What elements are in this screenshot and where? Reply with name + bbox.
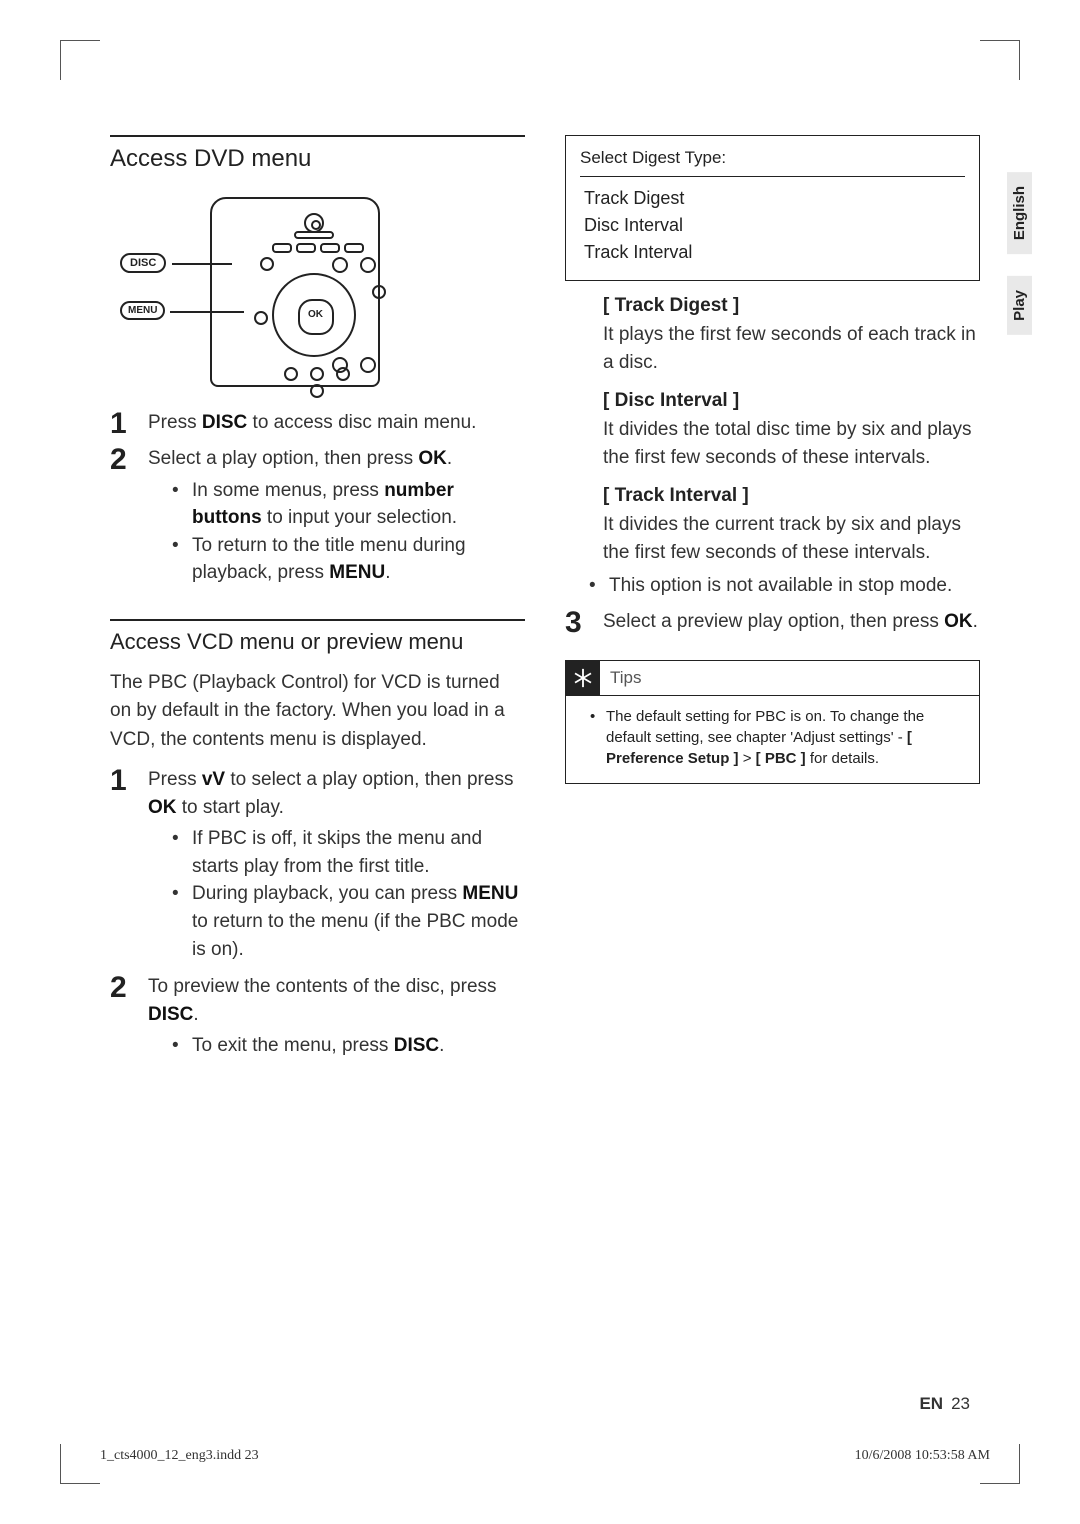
t: Select a preview play option, then press bbox=[603, 611, 944, 632]
disc-button-label: DISC bbox=[120, 253, 166, 273]
bullet: To return to the title menu during playb… bbox=[172, 532, 525, 587]
kw-ok: OK bbox=[418, 448, 447, 469]
option-heading: [ Disc Interval ] bbox=[603, 390, 980, 412]
kw-menu: MENU bbox=[462, 883, 518, 904]
step-number: 2 bbox=[110, 973, 134, 1003]
right-column: Select Digest Type: Track Digest Disc In… bbox=[565, 135, 980, 1070]
tips-box: Tips The default setting for PBC is on. … bbox=[565, 660, 980, 784]
intro-text: The PBC (Playback Control) for VCD is tu… bbox=[110, 669, 525, 755]
t: > bbox=[739, 750, 756, 767]
kw-disc: DISC bbox=[148, 1004, 193, 1025]
t: To preview the contents of the disc, pre… bbox=[148, 976, 497, 997]
ok-label: OK bbox=[308, 309, 323, 320]
vcd-step-2: 2 To preview the contents of the disc, p… bbox=[110, 973, 525, 1064]
remote-illustration: OK DISC MENU bbox=[110, 191, 410, 391]
step-number: 1 bbox=[110, 409, 134, 439]
option-desc: It divides the total disc time by six an… bbox=[603, 416, 980, 471]
lang-code: EN bbox=[919, 1394, 943, 1413]
osd-option: Track Digest bbox=[580, 185, 965, 212]
t: to access disc main menu. bbox=[247, 412, 476, 433]
option-desc: It plays the ﬁrst few seconds of each tr… bbox=[603, 321, 980, 376]
osd-option: Disc Interval bbox=[580, 212, 965, 239]
bullet: This option is not available in stop mod… bbox=[589, 572, 980, 600]
page-number: EN 23 bbox=[919, 1394, 970, 1414]
timestamp: 10/6/2008 10:53:58 AM bbox=[855, 1448, 990, 1464]
option-desc: It divides the current track by six and … bbox=[603, 511, 980, 566]
step-text: Select a play option, then press OK. In … bbox=[148, 445, 525, 591]
asterisk-svg bbox=[572, 667, 594, 689]
bullet: To exit the menu, press DISC. bbox=[172, 1032, 525, 1060]
step-2: 2 Select a play option, then press OK. I… bbox=[110, 445, 525, 591]
file-name: 1_cts4000_12_eng3.indd 23 bbox=[100, 1448, 259, 1464]
step-text: Press DISC to access disc main menu. bbox=[148, 409, 525, 437]
left-column: Access DVD menu OK DISC MENU 1 bbox=[110, 135, 525, 1070]
kw-disc: DISC bbox=[394, 1035, 439, 1056]
kw-ok: OK bbox=[148, 797, 177, 818]
t: to return to the menu (if the PBC mode i… bbox=[192, 911, 518, 960]
kw-ok: OK bbox=[944, 611, 973, 632]
step-text: Press vV to select a play option, then p… bbox=[148, 766, 525, 967]
t: To exit the menu, press bbox=[192, 1035, 394, 1056]
heading-access-dvd: Access DVD menu bbox=[110, 135, 525, 173]
t: Press bbox=[148, 769, 202, 790]
menu-button-label: MENU bbox=[120, 301, 165, 320]
osd-panel: Select Digest Type: Track Digest Disc In… bbox=[565, 135, 980, 281]
bullet: In some menus, press number buttons to i… bbox=[172, 477, 525, 532]
bullet: During playback, you can press MENU to r… bbox=[172, 880, 525, 963]
kw: vV bbox=[202, 769, 225, 790]
bullet: If PBC is off, it skips the menu and sta… bbox=[172, 825, 525, 880]
t: In some menus, press bbox=[192, 480, 384, 501]
kw-disc: DISC bbox=[202, 412, 247, 433]
kw-menu: MENU bbox=[329, 562, 385, 583]
option-heading: [ Track Digest ] bbox=[603, 295, 980, 317]
step-text: To preview the contents of the disc, pre… bbox=[148, 973, 525, 1064]
t: . bbox=[439, 1035, 444, 1056]
page-no: 23 bbox=[951, 1394, 970, 1413]
t: During playback, you can press bbox=[192, 883, 462, 904]
step-number: 2 bbox=[110, 445, 134, 475]
tips-title: Tips bbox=[610, 662, 642, 694]
t: Press bbox=[148, 412, 202, 433]
footer-meta: 1_cts4000_12_eng3.indd 23 10/6/2008 10:5… bbox=[100, 1448, 990, 1464]
t: Select a play option, then press bbox=[148, 448, 418, 469]
t: . bbox=[385, 562, 390, 583]
osd-option: Track Interval bbox=[580, 239, 965, 266]
step-1: 1 Press DISC to access disc main menu. bbox=[110, 409, 525, 439]
t: The default setting for PBC is on. To ch… bbox=[606, 708, 924, 746]
step-number: 3 bbox=[565, 608, 589, 638]
tips-text: The default setting for PBC is on. To ch… bbox=[590, 706, 965, 769]
heading-access-vcd: Access VCD menu or preview menu bbox=[110, 619, 525, 655]
t: to input your selection. bbox=[262, 507, 457, 528]
option-heading: [ Track Interval ] bbox=[603, 485, 980, 507]
kw: [ PBC ] bbox=[756, 750, 806, 767]
vcd-step-1: 1 Press vV to select a play option, then… bbox=[110, 766, 525, 967]
osd-title: Select Digest Type: bbox=[580, 144, 965, 177]
step-text: Select a preview play option, then press… bbox=[603, 608, 980, 636]
t: to start play. bbox=[177, 797, 284, 818]
asterisk-icon bbox=[566, 661, 600, 695]
t: for details. bbox=[806, 750, 879, 767]
step-number: 1 bbox=[110, 766, 134, 796]
t: . bbox=[447, 448, 452, 469]
t: . bbox=[193, 1004, 198, 1025]
t: . bbox=[973, 611, 978, 632]
step-3: 3 Select a preview play option, then pre… bbox=[565, 608, 980, 638]
t: to select a play option, then press bbox=[225, 769, 513, 790]
